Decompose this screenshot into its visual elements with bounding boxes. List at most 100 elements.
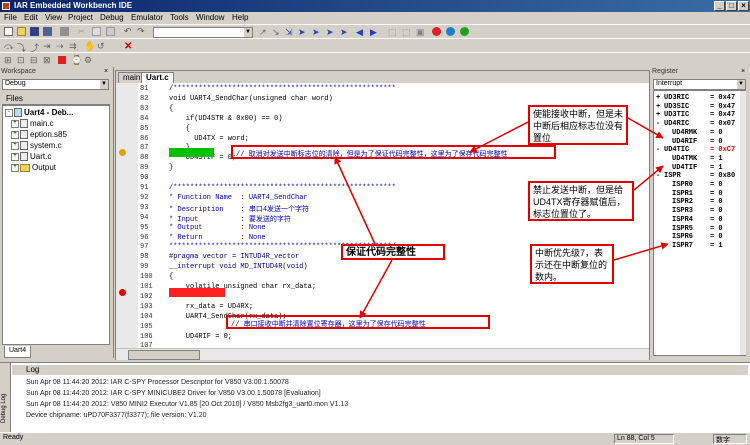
register-value[interactable]: = 0 [710,129,723,138]
copy-icon[interactable] [92,27,101,36]
step-into-icon[interactable]: ⤵ [17,41,26,53]
register-value[interactable]: = 0 [710,138,723,147]
register-expander-icon[interactable]: - [656,146,660,155]
stop-build-icon[interactable]: ▣ [416,27,425,37]
chevron-down-icon[interactable]: ▼ [737,80,745,89]
stop-debugging-icon[interactable]: ✕ [124,41,133,52]
register-value[interactable]: = 0 [710,190,723,199]
watch-icon[interactable]: ⊡ [17,55,26,65]
redo-icon[interactable]: ↷ [137,26,146,36]
register-value[interactable]: = 1 [710,155,723,164]
horizontal-scrollbar[interactable] [116,348,649,360]
register-value[interactable]: = 0x07 [710,120,735,129]
register-expander-icon[interactable]: + [656,111,660,120]
go-icon[interactable]: ⇉ [69,41,78,51]
find-in-files-icon[interactable]: ⇲ [285,27,294,37]
register-value[interactable]: = 0 [710,181,723,190]
break-icon[interactable]: ✋ [84,41,95,51]
save-icon[interactable] [30,27,39,36]
files-header[interactable]: Files [2,93,110,105]
tree-item-main-c[interactable]: + main.c [11,119,54,129]
register-value[interactable]: = 0x47 [710,111,735,120]
stop-icon[interactable] [58,56,66,64]
bookmark-icon[interactable]: ➤ [312,27,321,37]
timer-icon[interactable]: ⌚ [71,55,82,65]
minimize-button[interactable]: _ [714,1,725,11]
compile-icon[interactable]: ⬚ [388,27,397,37]
find-next-icon[interactable]: ↗ [259,27,268,37]
navigate-forward-icon[interactable]: ▶ [370,27,379,37]
open-icon[interactable] [17,27,26,36]
next-bookmark-icon[interactable]: ➤ [326,27,335,37]
navigate-back-icon[interactable]: ◀ [356,27,365,37]
register-value[interactable]: = 0 [710,233,723,242]
register-expander-icon[interactable]: + [656,103,660,112]
print-icon[interactable] [60,27,69,36]
breakpoint-icon[interactable] [119,289,126,296]
maximize-button[interactable]: □ [726,1,737,11]
tree-item-uart-c[interactable]: + Uart.c [11,152,51,162]
menu-tools[interactable]: Tools [170,13,189,22]
step-out-icon[interactable]: ⤴ [30,41,39,53]
menu-emulator[interactable]: Emulator [131,13,163,22]
tree-item-project[interactable]: - Uart4 - Deb... [5,108,73,118]
step-over-icon[interactable]: ⤼ [4,41,14,51]
disassembly-icon[interactable]: ⊟ [30,55,39,65]
menu-window[interactable]: Window [196,13,224,22]
save-all-icon[interactable] [43,27,52,36]
menu-file[interactable]: File [4,13,17,22]
register-value[interactable]: = 0 [710,225,723,234]
settings-icon[interactable]: ⚙ [84,55,93,65]
vertical-scrollbar[interactable] [740,91,746,355]
config-select[interactable]: Debug ▼ [2,79,109,90]
close-icon[interactable]: × [741,68,745,75]
register-value[interactable]: = 0x47 [710,94,735,103]
find-prev-icon[interactable]: ↘ [272,27,281,37]
tab-uart-c[interactable]: Uart.c [141,72,174,83]
new-file-icon[interactable] [4,27,13,36]
register-expander-icon[interactable]: - [656,120,660,129]
tree-item-exception[interactable]: + eption.s85 [11,130,67,140]
menu-debug[interactable]: Debug [100,13,124,22]
reset-icon[interactable]: ↺ [97,41,106,51]
paste-icon[interactable] [106,27,115,36]
register-group-select[interactable]: Interrupt ▼ [653,79,746,90]
log-side-tab[interactable]: Debug Log [0,363,11,433]
menu-project[interactable]: Project [68,13,93,22]
chevron-down-icon[interactable]: ▼ [100,80,108,89]
expand-icon[interactable]: + [11,152,19,161]
next-statement-icon[interactable]: ⇥ [43,41,52,51]
debug-icon[interactable] [446,27,455,36]
menu-edit[interactable]: Edit [24,13,38,22]
trace-icon[interactable]: ⊠ [43,55,52,65]
close-button[interactable]: × [738,1,749,11]
chevron-down-icon[interactable]: ▼ [244,28,252,37]
breakpoint-gutter[interactable] [116,83,138,348]
expand-icon[interactable]: + [11,141,19,150]
register-value[interactable]: = 1 [710,242,723,251]
workspace-tab[interactable]: Uart4 [4,346,32,358]
close-icon[interactable]: × [104,68,108,75]
menu-view[interactable]: View [45,13,62,22]
make-icon[interactable]: ⬚ [402,27,411,37]
tree-item-output[interactable]: + Output [11,163,56,173]
register-expander-icon[interactable]: + [656,94,660,103]
toggle-breakpoint-icon[interactable] [432,27,441,36]
register-value[interactable]: = 0 [710,198,723,207]
scrollbar-thumb[interactable] [128,350,200,360]
menu-help[interactable]: Help [232,13,248,22]
register-value[interactable]: = 0x47 [710,103,735,112]
register-value[interactable]: = 0 [710,207,723,216]
register-expander-icon[interactable]: - [656,172,660,181]
collapse-icon[interactable]: - [5,108,13,117]
prev-bookmark-icon[interactable]: ➤ [340,27,349,37]
register-value[interactable]: = 0xC7 [710,146,735,155]
undo-icon[interactable]: ↶ [124,26,133,36]
go-to-icon[interactable]: ➤ [298,27,307,37]
expand-icon[interactable]: + [11,130,19,139]
register-value[interactable]: = 0x80 [710,172,735,181]
memory-icon[interactable]: ⊞ [4,55,13,65]
cut-icon[interactable]: ✂ [78,27,87,36]
register-value[interactable]: = 1 [710,164,723,173]
expand-icon[interactable]: + [11,163,19,172]
